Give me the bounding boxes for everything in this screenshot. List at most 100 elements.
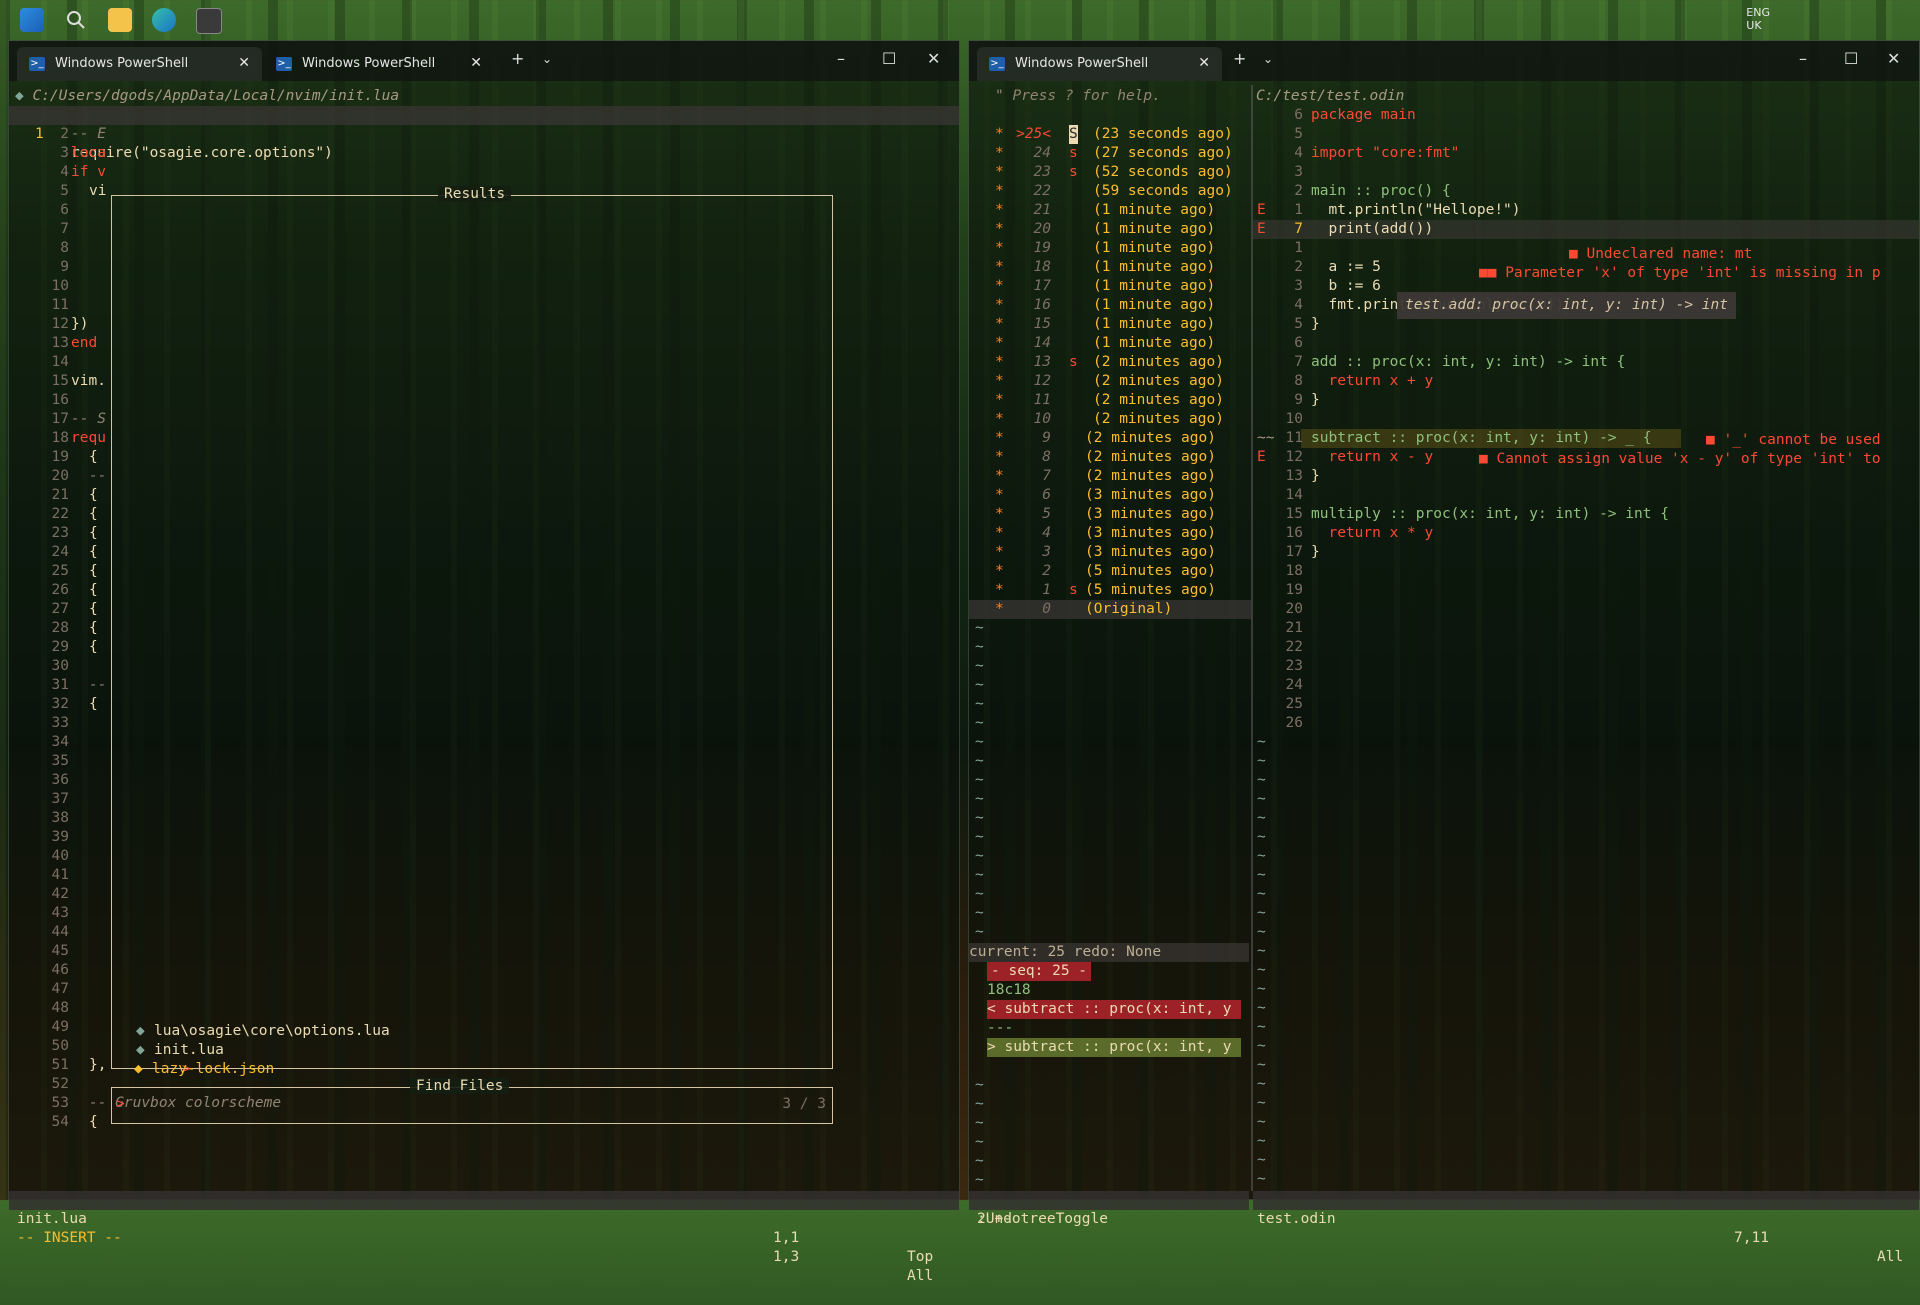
undo-entry[interactable]: * 1 s (5 minutes ago)	[969, 581, 1251, 600]
tab-label: Windows PowerShell	[1015, 56, 1149, 71]
result-item-selected[interactable]: > ◆ lazy-lock.json	[112, 1041, 274, 1077]
result-item[interactable]: ◆ init.lua	[126, 1022, 224, 1058]
undo-entry[interactable]: * 13 s (2 minutes ago)	[969, 353, 1251, 372]
undo-seq: 24	[1033, 145, 1051, 161]
tilde-marker: ~	[1257, 848, 1266, 864]
undo-entry[interactable]: * 10 (2 minutes ago)	[969, 410, 1251, 429]
undo-entry[interactable]: * 0 (Original)	[969, 600, 1251, 619]
undo-entry[interactable]: * 5 (3 minutes ago)	[969, 505, 1251, 524]
undo-entry[interactable]: * 21 (1 minute ago)	[969, 201, 1251, 220]
undo-seq: 23	[1033, 164, 1051, 180]
chevron-down-icon[interactable]: ⌄	[1263, 52, 1273, 66]
maximize-button[interactable]: ☐	[882, 49, 896, 68]
line-number: 20	[1285, 601, 1303, 617]
chevron-down-icon[interactable]: ⌄	[542, 52, 552, 66]
line-number: 12	[51, 316, 69, 332]
undo-time: (1 minute ago)	[1093, 240, 1216, 256]
undo-seq: 20	[1033, 221, 1051, 237]
undo-entry[interactable]: * 16 (1 minute ago)	[969, 296, 1251, 315]
tilde-marker: ~	[1257, 1000, 1266, 1016]
tilde-marker: ~	[1257, 886, 1266, 902]
code-line: }	[1311, 316, 1320, 332]
line-number: 10	[1285, 411, 1303, 427]
minimize-button[interactable]: –	[1799, 49, 1807, 68]
undo-entry[interactable]: * 12 (2 minutes ago)	[969, 372, 1251, 391]
result-count: 3 / 3	[782, 1096, 826, 1112]
tilde-marker: ~	[1257, 924, 1266, 940]
undo-entry[interactable]: * 2 (5 minutes ago)	[969, 562, 1251, 581]
telescope-prompt[interactable]: Find Files > 3 / 3	[111, 1078, 833, 1124]
result-item[interactable]: ◆ lua\osagie\core\options.lua	[126, 1003, 390, 1039]
undo-entry[interactable]: * 24 s (27 seconds ago)	[969, 144, 1251, 163]
undo-seq: 17	[1033, 278, 1051, 294]
close-window-button[interactable]: ✕	[927, 49, 940, 68]
line-number: 20	[51, 468, 69, 484]
undo-entry[interactable]: * >25< S (23 seconds ago)	[969, 125, 1251, 144]
new-tab-button[interactable]: +	[511, 49, 524, 68]
undo-entry[interactable]: * 23 s (52 seconds ago)	[969, 163, 1251, 182]
undo-entry[interactable]: * 15 (1 minute ago)	[969, 315, 1251, 334]
minimize-button[interactable]: –	[837, 49, 845, 68]
undo-seq: 18	[1033, 259, 1051, 275]
tilde-marker: ~	[975, 791, 984, 807]
prompt-symbol: >	[116, 1096, 125, 1112]
undo-entry[interactable]: * 11 (2 minutes ago)	[969, 391, 1251, 410]
undo-entry[interactable]: * 4 (3 minutes ago)	[969, 524, 1251, 543]
cmdline: -- INSERT -- 1,3 All	[9, 1210, 959, 1284]
line-number: 44	[51, 924, 69, 940]
split-divider[interactable]	[1251, 85, 1253, 1191]
new-tab-button[interactable]: +	[1233, 49, 1246, 68]
line-number: 7	[1294, 221, 1303, 237]
cmd-scroll: All	[907, 1268, 934, 1284]
close-icon[interactable]: ✕	[470, 55, 482, 71]
file-explorer-icon[interactable]	[108, 8, 132, 32]
undo-entry[interactable]: * 3 (3 minutes ago)	[969, 543, 1251, 562]
nvim-left[interactable]: ◆ C:/Users/dgods/AppData/Local/nvim/init…	[9, 85, 959, 1284]
undo-save-flag: s	[1069, 582, 1078, 598]
undo-entry[interactable]: * 6 (3 minutes ago)	[969, 486, 1251, 505]
code-line: add :: proc(x: int, y: int) -> int {	[1311, 354, 1626, 370]
tab-powershell-1[interactable]: >_ Windows PowerShell ✕	[17, 47, 262, 81]
edge-icon[interactable]	[152, 8, 176, 32]
undo-seq: 3	[1042, 544, 1051, 560]
code-line: subtract :: proc(x: int, y: int) -> _ {	[1311, 430, 1652, 446]
terminal-icon[interactable]	[196, 8, 222, 34]
line-number: 11	[51, 297, 69, 313]
tab-powershell-2[interactable]: >_ Windows PowerShell ✕	[264, 47, 494, 81]
nvim-right[interactable]: " Press ? for help. * >25< S (23 seconds ag…	[969, 85, 1919, 1265]
undo-seq: 22	[1033, 183, 1051, 199]
undo-node-icon: *	[995, 525, 1004, 541]
close-icon[interactable]: ✕	[1198, 55, 1210, 71]
undo-seq: 6	[1042, 487, 1051, 503]
close-icon[interactable]: ✕	[238, 55, 250, 71]
line-number: 45	[51, 943, 69, 959]
undo-entry[interactable]: * 20 (1 minute ago)	[969, 220, 1251, 239]
undo-time: (1 minute ago)	[1093, 278, 1216, 294]
line-number: 13	[51, 335, 69, 351]
windows-start-icon[interactable]	[20, 8, 44, 32]
tilde-marker: ~	[1257, 905, 1266, 921]
line-number: 18	[1285, 563, 1303, 579]
undo-entry[interactable]: * 8 (2 minutes ago)	[969, 448, 1251, 467]
tilde-marker: ~	[975, 639, 984, 655]
close-window-button[interactable]: ✕	[1887, 49, 1900, 68]
tray-language[interactable]: ENG UK	[1746, 6, 1770, 32]
undo-entry[interactable]: * 19 (1 minute ago)	[969, 239, 1251, 258]
undo-time: (Original)	[1085, 601, 1173, 617]
maximize-button[interactable]: ☐	[1844, 49, 1858, 68]
code-line: return x - y	[1311, 449, 1434, 465]
undo-entry[interactable]: * 14 (1 minute ago)	[969, 334, 1251, 353]
tab-powershell[interactable]: >_ Windows PowerShell ✕	[977, 47, 1222, 81]
tilde-marker: ~	[1257, 810, 1266, 826]
undo-entry[interactable]: * 7 (2 minutes ago)	[969, 467, 1251, 486]
undo-entry[interactable]: * 9 (2 minutes ago)	[969, 429, 1251, 448]
undo-entry[interactable]: * 17 (1 minute ago)	[969, 277, 1251, 296]
undo-entry[interactable]: * 18 (1 minute ago)	[969, 258, 1251, 277]
line-number: 15	[51, 373, 69, 389]
undo-seq: 0	[1042, 601, 1051, 617]
undo-entry[interactable]: * 22 (59 seconds ago)	[969, 182, 1251, 201]
code-fragment: vim.	[71, 373, 106, 389]
search-icon[interactable]	[64, 8, 88, 32]
undo-time: (1 minute ago)	[1093, 259, 1216, 275]
diff-seq: - seq: 25 -	[987, 962, 1092, 981]
